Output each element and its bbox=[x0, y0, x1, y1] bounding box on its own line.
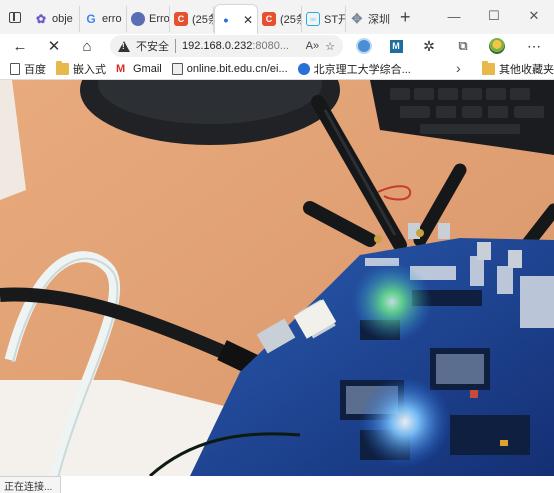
bookmark-label: 嵌入式 bbox=[73, 63, 106, 76]
status-text: 正在连接... bbox=[4, 481, 53, 493]
tab-label: obje bbox=[52, 13, 73, 25]
tab-4[interactable]: C (25条 bbox=[170, 6, 214, 32]
tab-strip: ✿ obje G erro Erro C (25条 • ✕ C (25条 ▫▫ … bbox=[0, 0, 554, 34]
address-bar[interactable]: 不安全 192.168.0.232:8080... A» ☆ bbox=[110, 35, 343, 57]
bookmarks-bar: 百度 嵌入式 M Gmail online.bit.edu.cn/ei... 北… bbox=[0, 58, 554, 80]
collections-icon: ⧉ bbox=[458, 38, 468, 53]
globe-icon bbox=[356, 38, 372, 54]
tab-actions-icon bbox=[9, 11, 21, 23]
tab-5-active[interactable]: • ✕ bbox=[214, 4, 258, 34]
bookmark-label: 百度 bbox=[24, 63, 46, 76]
compass-icon: ✥ bbox=[351, 11, 363, 26]
folder-icon bbox=[482, 61, 495, 75]
arrow-left-icon: ← bbox=[12, 37, 28, 55]
close-tab-icon[interactable]: ✕ bbox=[243, 13, 253, 27]
bookmark-label: online.bit.edu.cn/ei... bbox=[186, 62, 288, 75]
bookmark-label: 其他收藏夹 bbox=[499, 64, 554, 76]
window-controls: — ☐ ✕ bbox=[434, 0, 554, 32]
tab-label: (25条 bbox=[192, 14, 213, 26]
minimize-button[interactable]: — bbox=[434, 0, 474, 32]
tab-label: ST开 bbox=[324, 14, 345, 26]
more-icon: ⋯ bbox=[527, 37, 541, 54]
chevron-right-icon[interactable]: › bbox=[456, 60, 461, 76]
cat-icon: ✿ bbox=[35, 12, 47, 26]
tab-8[interactable]: ✥ 深圳 bbox=[346, 6, 392, 32]
camera-stream-image bbox=[0, 80, 554, 476]
url-path: :8080... bbox=[252, 40, 290, 52]
home-icon: ⌂ bbox=[82, 37, 92, 55]
bookmark-online-bit[interactable]: online.bit.edu.cn/ei... bbox=[171, 62, 288, 75]
extension-globe-button[interactable] bbox=[354, 36, 374, 56]
close-icon: ✕ bbox=[47, 38, 61, 55]
address-toolbar: ← ✕ ⌂ 不安全 192.168.0.232:8080... A» ☆ M ✲… bbox=[0, 34, 554, 58]
bilibili-icon: ▫▫ bbox=[306, 12, 320, 26]
tab-label: 深圳 bbox=[368, 14, 390, 26]
extensions-button[interactable]: ✲ bbox=[419, 36, 439, 56]
collections-button[interactable]: ⧉ bbox=[453, 36, 473, 56]
back-button[interactable]: ← bbox=[8, 34, 32, 58]
bookmark-folder-embedded[interactable]: 嵌入式 bbox=[56, 60, 106, 77]
page-icon bbox=[171, 62, 183, 75]
tab-label: (25条 bbox=[280, 14, 301, 26]
tab-7[interactable]: ▫▫ ST开 bbox=[302, 6, 346, 32]
extension-m-button[interactable]: M bbox=[386, 36, 406, 56]
tab-6[interactable]: C (25条 bbox=[258, 6, 302, 32]
page-icon bbox=[10, 62, 20, 75]
tab-list: ✿ obje G erro Erro C (25条 • ✕ C (25条 ▫▫ … bbox=[30, 4, 392, 34]
url-host: 192.168.0.232 bbox=[182, 40, 253, 52]
m-icon: M bbox=[389, 39, 403, 53]
gmail-icon: M bbox=[116, 62, 126, 75]
tab-label: erro bbox=[102, 13, 122, 25]
avatar bbox=[489, 38, 505, 54]
bookmark-label: Gmail bbox=[133, 62, 162, 75]
globe-icon bbox=[297, 62, 310, 75]
security-label: 不安全 bbox=[136, 41, 169, 53]
warning-icon bbox=[118, 40, 130, 52]
tab-2[interactable]: G erro bbox=[80, 6, 127, 32]
url-text[interactable]: 192.168.0.232:8080... bbox=[182, 40, 300, 52]
tab-1[interactable]: ✿ obje bbox=[30, 6, 80, 32]
bookmark-label: 北京理工大学综合... bbox=[313, 63, 411, 76]
dot-icon: • bbox=[223, 11, 229, 28]
puzzle-icon: ✲ bbox=[423, 37, 435, 54]
status-bar: 正在连接... bbox=[0, 476, 62, 493]
tab-actions-button[interactable] bbox=[4, 6, 26, 28]
new-tab-button[interactable]: + bbox=[400, 8, 411, 26]
tab-3[interactable]: Erro bbox=[127, 6, 170, 32]
bookmark-other-folder[interactable]: 其他收藏夹 bbox=[482, 58, 554, 80]
home-button[interactable]: ⌂ bbox=[75, 34, 99, 58]
close-window-button[interactable]: ✕ bbox=[514, 0, 554, 32]
bookmark-gmail[interactable]: M Gmail bbox=[116, 63, 162, 75]
divider bbox=[175, 39, 176, 53]
csdn-icon: C bbox=[262, 12, 276, 26]
google-icon: G bbox=[86, 12, 96, 26]
read-aloud-icon[interactable]: A» bbox=[306, 40, 319, 52]
favorite-star-icon[interactable]: ☆ bbox=[325, 40, 335, 53]
folder-icon bbox=[56, 60, 69, 75]
settings-more-button[interactable]: ⋯ bbox=[524, 36, 544, 56]
tab-label: Erro bbox=[149, 13, 170, 25]
profile-button[interactable] bbox=[487, 36, 507, 56]
camera-frame bbox=[0, 80, 554, 476]
bookmark-baidu[interactable]: 百度 bbox=[10, 61, 46, 77]
bookmark-bit-portal[interactable]: 北京理工大学综合... bbox=[297, 61, 411, 77]
maximize-button[interactable]: ☐ bbox=[474, 0, 514, 32]
csdn-icon: C bbox=[174, 12, 188, 26]
stop-button[interactable]: ✕ bbox=[42, 34, 66, 58]
globe-icon bbox=[131, 12, 145, 26]
